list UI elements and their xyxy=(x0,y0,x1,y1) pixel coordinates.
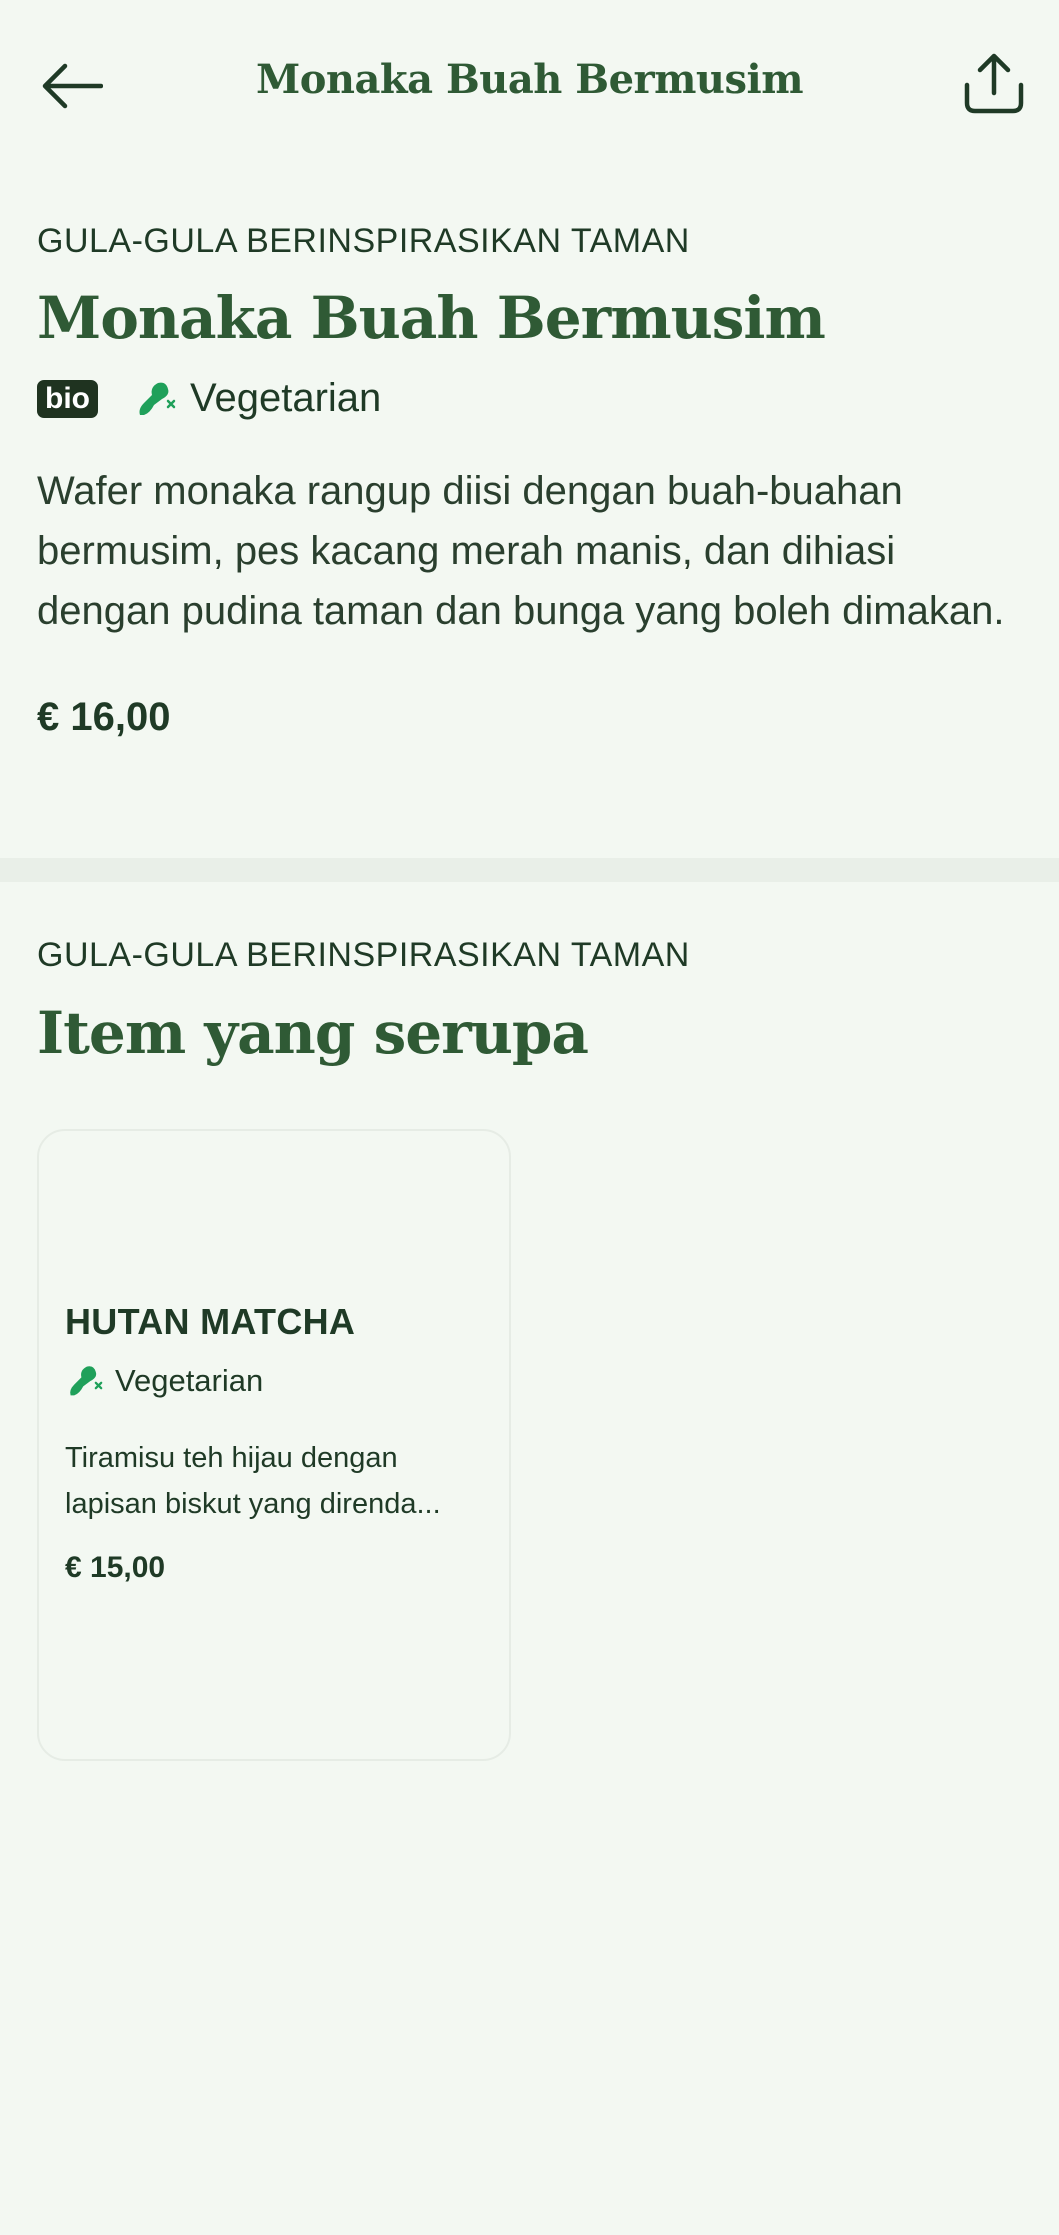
share-icon xyxy=(964,53,1024,114)
similar-item-description: Tiramisu teh hijau dengan lapisan biskut… xyxy=(65,1435,495,1527)
item-tags: bio Vegetarian xyxy=(37,376,1027,421)
similar-item-card[interactable]: HUTAN MATCHA Vegetarian Tiramisu teh hij… xyxy=(37,1129,511,1761)
similar-category: GULA-GULA BERINSPIRASIKAN TAMAN xyxy=(37,936,690,974)
vegetarian-icon xyxy=(139,382,176,415)
similar-item-name: HUTAN MATCHA xyxy=(65,1301,356,1342)
similar-item-price: € 15,00 xyxy=(65,1551,166,1584)
top-app-bar: Monaka Buah Bermusim xyxy=(0,0,1059,170)
similar-item-vegetarian-tag: Vegetarian xyxy=(65,1363,263,1399)
similar-items-section: GULA-GULA BERINSPIRASIKAN TAMAN Item yan… xyxy=(37,936,1027,1067)
item-price: € 16,00 xyxy=(37,694,171,739)
vegetarian-tag: Vegetarian xyxy=(134,376,381,421)
bio-badge: bio xyxy=(37,379,98,418)
item-description: Wafer monaka rangup diisi dengan buah-bu… xyxy=(37,468,1005,633)
share-button[interactable] xyxy=(957,46,1031,120)
item-details: GULA-GULA BERINSPIRASIKAN TAMAN Monaka B… xyxy=(37,222,1027,740)
vegetarian-label: Vegetarian xyxy=(190,376,382,421)
topbar-title: Monaka Buah Bermusim xyxy=(255,56,804,103)
similar-title: Item yang serupa xyxy=(37,999,589,1067)
section-divider xyxy=(0,858,1059,882)
similar-item-description-line1: Tiramisu teh hijau dengan xyxy=(65,1442,398,1474)
item-category: GULA-GULA BERINSPIRASIKAN TAMAN xyxy=(37,222,690,260)
similar-item-description-line2: lapisan biskut yang direnda... xyxy=(65,1488,441,1520)
similar-item-vegetarian-label: Vegetarian xyxy=(115,1363,264,1398)
vegetarian-icon xyxy=(70,1366,103,1396)
item-title: Monaka Buah Bermusim xyxy=(37,284,826,352)
